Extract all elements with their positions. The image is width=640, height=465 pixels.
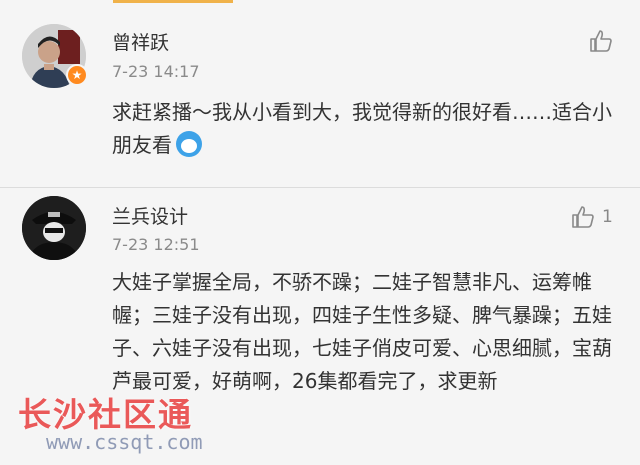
- comment-item: 兰兵设计 7-23 12:51 1 大娃子掌握全局，不骄不躁；二娃子智慧非凡、运…: [0, 188, 640, 465]
- avatar[interactable]: [22, 196, 86, 260]
- comment-item: ★ 曾祥跃 7-23 14:17 求赶紧播～我从小看到大，我觉得新的很好看……适…: [0, 0, 640, 187]
- thumbs-up-icon: [590, 30, 612, 52]
- like-button[interactable]: 1: [570, 204, 613, 230]
- timestamp: 7-23 14:17: [112, 62, 200, 81]
- avatar-image: [22, 196, 86, 260]
- thumbs-up-icon: [572, 206, 594, 228]
- username[interactable]: 曾祥跃: [112, 28, 169, 55]
- doraemon-emoji-icon: [176, 131, 202, 157]
- username[interactable]: 兰兵设计: [112, 202, 188, 229]
- comment-text: 求赶紧播～我从小看到大，我觉得新的很好看……适合小朋友看: [112, 96, 622, 162]
- comment-text: 大娃子掌握全局，不骄不躁；二娃子智慧非凡、运筹帷幄；三娃子没有出现，四娃子生性多…: [112, 270, 612, 393]
- like-button[interactable]: [588, 28, 620, 54]
- flag-badge-icon: ★: [66, 64, 88, 86]
- timestamp: 7-23 12:51: [112, 235, 200, 254]
- like-count: 1: [602, 207, 613, 227]
